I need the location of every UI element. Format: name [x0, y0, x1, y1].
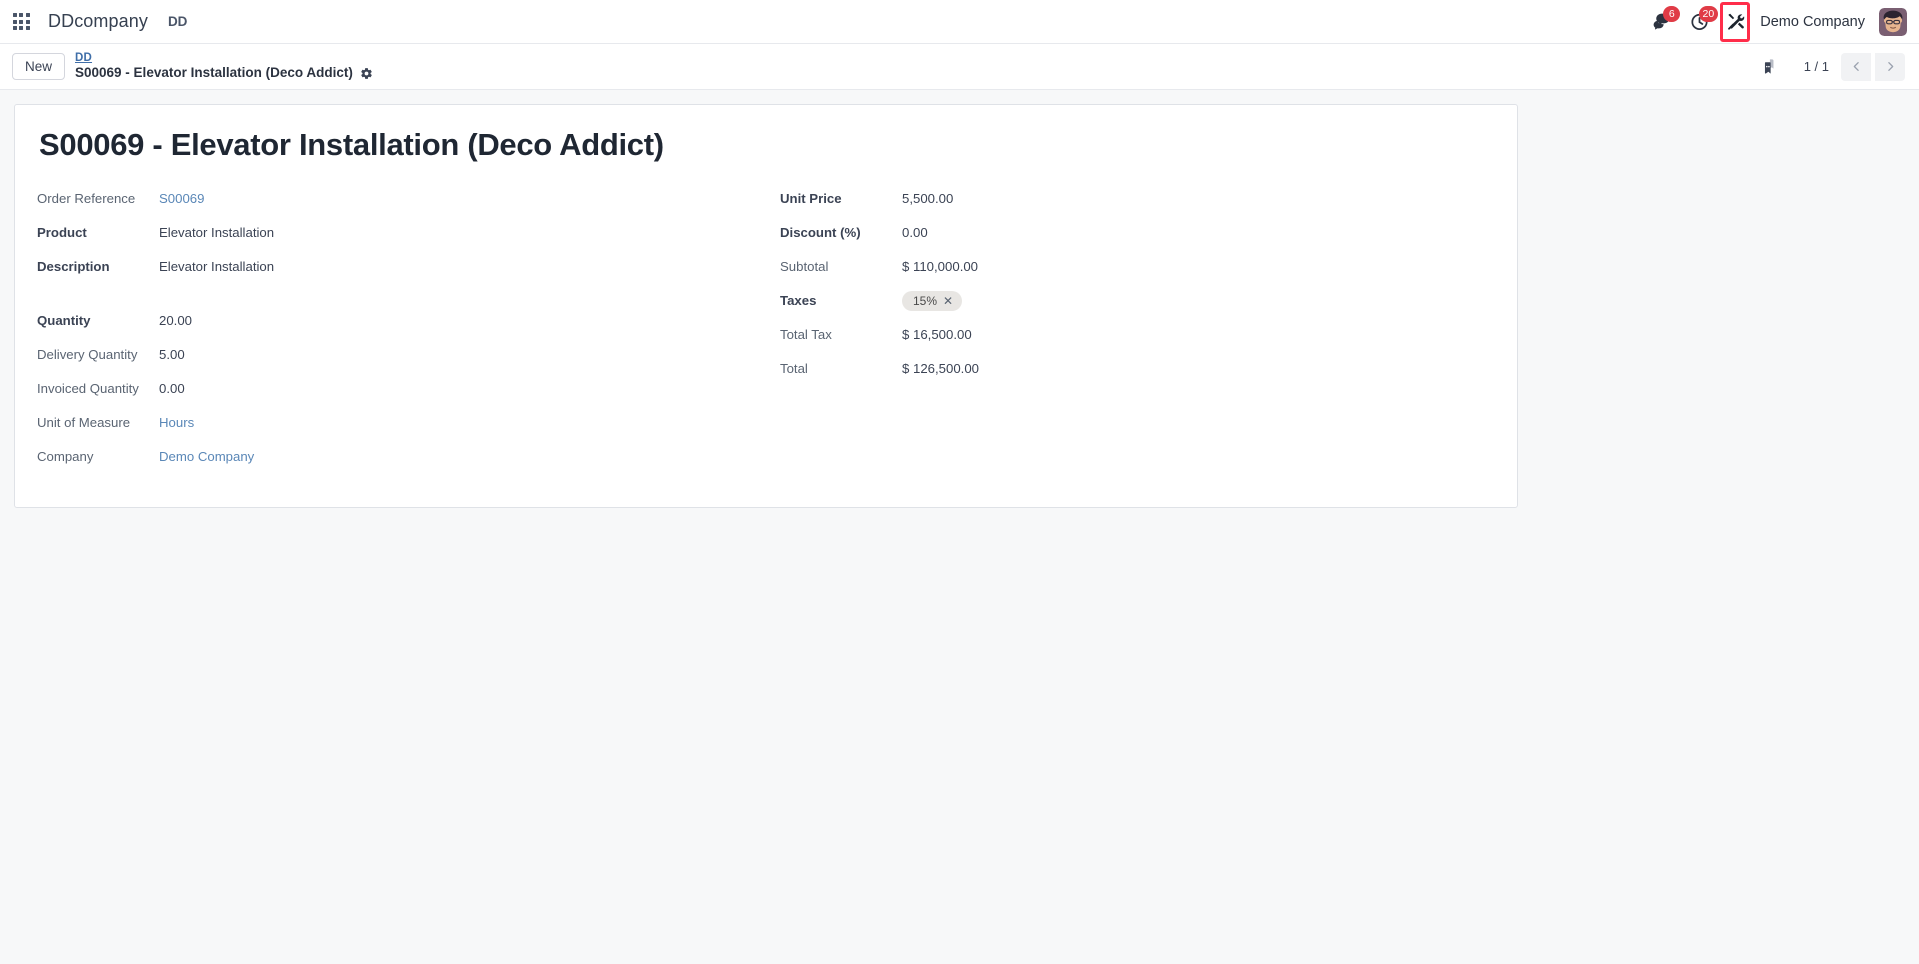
field-value: 20.00: [159, 313, 193, 328]
company-switcher[interactable]: Demo Company: [1754, 14, 1875, 30]
new-button[interactable]: New: [12, 53, 66, 80]
field-row: Company Demo Company: [37, 443, 766, 477]
field-row: Product Elevator Installation: [37, 219, 766, 253]
field-value: 5.00: [159, 347, 185, 362]
tax-tag-remove-icon[interactable]: ✕: [943, 295, 953, 307]
record-sheet: S00069 - Elevator Installation (Deco Add…: [14, 104, 1518, 508]
field-value[interactable]: S00069: [159, 189, 204, 206]
field-row: Delivery Quantity 5.00: [37, 341, 766, 375]
field-row: Quantity 20.00: [37, 307, 766, 341]
breadcrumb: DD S00069 - Elevator Installation (Deco …: [75, 52, 373, 81]
field-value: Elevator Installation: [159, 259, 275, 274]
developer-tools-button[interactable]: [1720, 1, 1751, 42]
tax-tag[interactable]: 15% ✕: [902, 291, 963, 311]
navbar-right-group: 6 20 Demo Company: [1644, 1, 1909, 42]
field-label: Description: [37, 259, 110, 274]
breadcrumb-parent-link[interactable]: DD: [75, 52, 373, 66]
avatar[interactable]: [1879, 7, 1907, 36]
field-label: Subtotal: [780, 259, 829, 274]
top-navbar: DDcompany DD 6 20 Demo Company: [0, 0, 1919, 44]
duplicate-button[interactable]: [1754, 52, 1784, 82]
field-label: Unit Price: [780, 191, 842, 206]
field-value[interactable]: Demo Company: [159, 447, 254, 464]
field-row: Total $ 126,500.00: [780, 355, 1495, 389]
messages-badge: 6: [1663, 5, 1681, 22]
field-label: Product: [37, 225, 87, 240]
field-label: Company: [37, 449, 94, 464]
chevron-left-icon: [1853, 62, 1859, 71]
pager-next-button[interactable]: [1875, 52, 1905, 81]
content-area: S00069 - Elevator Installation (Deco Add…: [0, 90, 1919, 508]
field-spacer: [37, 287, 766, 307]
field-label: Total: [780, 361, 808, 376]
field-value: $ 110,000.00: [902, 259, 979, 274]
field-label: Total Tax: [780, 327, 832, 342]
gear-icon-glyph: [361, 67, 372, 79]
form-column-left: Order Reference S00069 Product Elevator Ins…: [37, 185, 766, 477]
pager-previous-button[interactable]: [1841, 52, 1871, 81]
field-value: $ 126,500.00: [902, 361, 980, 376]
field-row: Taxes 15% ✕: [780, 287, 1495, 321]
activities-badge: 20: [1698, 5, 1719, 22]
field-row: Discount (%) 0.00: [780, 219, 1495, 253]
form-column-right: Unit Price 5,500.00 Discount (%) 0.00 Subtot…: [766, 185, 1495, 477]
field-value: 5,500.00: [902, 191, 954, 206]
tax-tag-label: 15%: [913, 294, 938, 308]
nav-menu-item-dd[interactable]: DD: [156, 14, 200, 29]
field-row: Unit Price 5,500.00: [780, 185, 1495, 219]
breadcrumb-current-row: S00069 - Elevator Installation (Deco Add…: [75, 65, 373, 81]
field-row: Invoiced Quantity 0.00: [37, 375, 766, 409]
brand-name[interactable]: DDcompany: [40, 11, 156, 32]
field-row: Total Tax $ 16,500.00: [780, 321, 1495, 355]
messages-button[interactable]: 6: [1644, 5, 1681, 39]
field-value: 0.00: [159, 381, 185, 396]
control-panel: New DD S00069 - Elevator Installation (D…: [0, 44, 1919, 90]
field-value: Elevator Installation: [159, 225, 275, 240]
field-label: Unit of Measure: [37, 415, 131, 430]
form-grid: Order Reference S00069 Product Elevator Ins…: [37, 185, 1495, 477]
duplicate-documents-icon: [1763, 59, 1774, 74]
control-panel-right: 1 / 1: [1754, 52, 1905, 82]
field-value: 0.00: [902, 225, 928, 240]
field-row: Subtotal $ 110,000.00: [780, 253, 1495, 287]
field-label: Quantity: [37, 313, 91, 328]
field-row: Order Reference S00069: [37, 185, 766, 219]
pager-count: 1 / 1: [1803, 59, 1829, 74]
chevron-right-icon: [1887, 62, 1893, 71]
field-value[interactable]: Hours: [159, 413, 194, 430]
field-label: Invoiced Quantity: [37, 381, 139, 396]
field-value: $ 16,500.00: [902, 327, 972, 342]
field-row: Unit of Measure Hours: [37, 409, 766, 443]
avatar-image: [1879, 7, 1907, 36]
breadcrumb-current-record: S00069 - Elevator Installation (Deco Add…: [75, 65, 353, 81]
field-label: Delivery Quantity: [37, 347, 138, 362]
activities-button[interactable]: 20: [1682, 5, 1719, 39]
apps-grid-icon[interactable]: [8, 9, 34, 35]
page-title: S00069 - Elevator Installation (Deco Add…: [39, 127, 664, 162]
field-label: Discount (%): [780, 225, 861, 240]
field-row: Description Elevator Installation: [37, 253, 766, 287]
field-label: Taxes: [780, 293, 817, 308]
tools-wrench-hammer-icon: [1727, 13, 1745, 30]
gear-icon[interactable]: [360, 67, 373, 80]
field-label: Order Reference: [37, 191, 136, 206]
